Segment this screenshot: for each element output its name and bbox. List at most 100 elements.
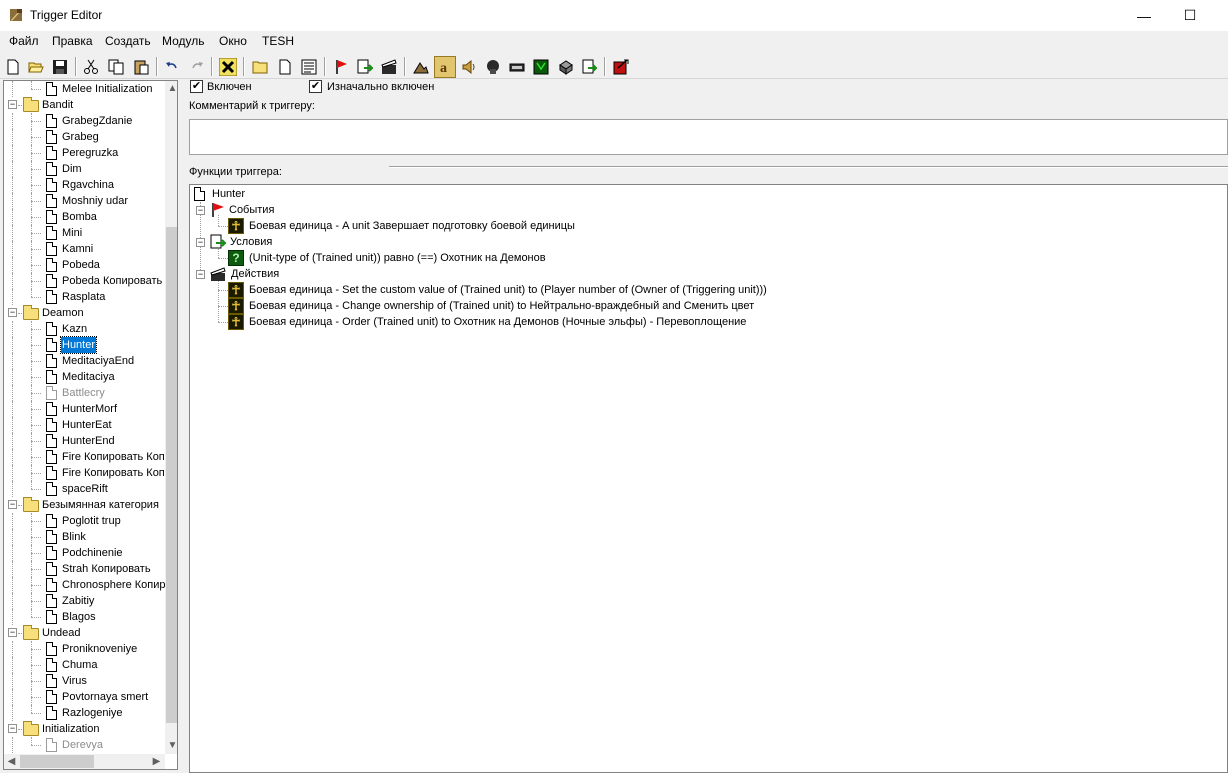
tree-trigger-row[interactable]: Melee Initialization: [4, 81, 164, 97]
tree-trigger-row[interactable]: Chuma: [4, 657, 164, 673]
new-trigger-button[interactable]: [274, 56, 296, 78]
menu-tesh[interactable]: TESH: [262, 34, 294, 48]
menu-window[interactable]: Окно: [219, 34, 247, 48]
minimize-button[interactable]: —: [1121, 0, 1167, 31]
tree-trigger-row[interactable]: Kazn: [4, 321, 164, 337]
cut-button[interactable]: [80, 56, 102, 78]
tree-trigger-row[interactable]: Rasplata: [4, 289, 164, 305]
title-bar: Trigger Editor — ☐: [0, 0, 1228, 31]
tree-trigger-row[interactable]: Fire Копировать Коп: [4, 465, 165, 481]
new-comment-button[interactable]: [298, 56, 320, 78]
trigger-tree[interactable]: Melee Initialization − Bandit GrabegZdanie G…: [3, 80, 178, 770]
collapse-folder-icon[interactable]: −: [8, 628, 17, 637]
tree-vertical-scrollbar[interactable]: ▲ ▼: [165, 81, 177, 754]
open-button[interactable]: [25, 56, 47, 78]
scroll-up-icon[interactable]: ▲: [165, 81, 177, 96]
tree-trigger-row[interactable]: Mini: [4, 225, 164, 241]
tree-folder-row[interactable]: − Deamon: [4, 305, 164, 321]
maximize-button[interactable]: ☐: [1167, 0, 1213, 31]
tree-trigger-row[interactable]: Rgavchina: [4, 177, 164, 193]
comment-textarea[interactable]: [189, 119, 1228, 155]
tree-trigger-row[interactable]: spaceRift: [4, 481, 164, 497]
campaign-editor-button[interactable]: [506, 56, 528, 78]
tree-folder-row[interactable]: − Initialization: [4, 721, 164, 737]
tree-trigger-row[interactable]: Derevya: [4, 737, 164, 753]
tree-trigger-row[interactable]: Moshniy udar: [4, 193, 164, 209]
tree-trigger-row[interactable]: Zabitiy: [4, 593, 164, 609]
tree-folder-row[interactable]: − Bandit: [4, 97, 164, 113]
scroll-right-icon[interactable]: ▶: [149, 754, 164, 769]
new-button[interactable]: [2, 56, 24, 78]
new-category-button[interactable]: [249, 56, 271, 78]
tree-trigger-row[interactable]: Proniknoveniye: [4, 641, 164, 657]
copy-button[interactable]: [105, 56, 127, 78]
redo-button[interactable]: [186, 56, 208, 78]
new-event-button[interactable]: [330, 56, 352, 78]
tree-trigger-row[interactable]: Strah Копировать: [4, 561, 164, 577]
tree-trigger-row[interactable]: Battlecry: [4, 385, 164, 401]
collapse-conditions-icon[interactable]: −: [196, 238, 205, 247]
delete-button[interactable]: [217, 56, 239, 78]
scroll-left-icon[interactable]: ◀: [4, 754, 19, 769]
tree-trigger-row[interactable]: GrabegZdanie: [4, 113, 164, 129]
tree-trigger-row[interactable]: Bomba: [4, 209, 164, 225]
menu-file[interactable]: Файл: [9, 34, 39, 48]
panel-splitter[interactable]: [179, 80, 186, 773]
tree-trigger-row[interactable]: HunterEat: [4, 417, 164, 433]
tree-line: [18, 729, 22, 730]
tree-trigger-row[interactable]: Chronosphere Копир: [4, 577, 166, 593]
tree-trigger-row[interactable]: Kamni: [4, 241, 164, 257]
scroll-down-icon[interactable]: ▼: [165, 738, 177, 753]
scroll-thumb[interactable]: [20, 755, 94, 768]
trigger-icon: [46, 482, 57, 496]
tree-trigger-row[interactable]: Peregruzka: [4, 145, 164, 161]
terrain-editor-button[interactable]: [410, 56, 432, 78]
menu-create[interactable]: Создать: [105, 34, 151, 48]
tree-trigger-row[interactable]: Pobeda: [4, 257, 164, 273]
tree-trigger-row[interactable]: Dim: [4, 161, 164, 177]
scroll-thumb[interactable]: [166, 227, 177, 723]
save-button[interactable]: [49, 56, 71, 78]
collapse-folder-icon[interactable]: −: [8, 308, 17, 317]
tree-trigger-row[interactable]: Blagos: [4, 609, 164, 625]
tree-trigger-row[interactable]: Poglotit trup: [4, 513, 164, 529]
tree-trigger-row[interactable]: Virus: [4, 673, 164, 689]
tree-trigger-row[interactable]: Razlogeniye: [4, 705, 164, 721]
menu-edit[interactable]: Правка: [52, 34, 93, 48]
tree-trigger-row[interactable]: Fire Копировать Коп: [4, 449, 165, 465]
object-editor-button[interactable]: [482, 56, 504, 78]
tree-trigger-row[interactable]: HunterEnd: [4, 433, 164, 449]
tree-folder-row[interactable]: − Безымянная категория: [4, 497, 164, 513]
tree-trigger-row[interactable]: Pobeda Копировать: [4, 273, 164, 289]
paste-button[interactable]: [130, 56, 152, 78]
collapse-folder-icon[interactable]: −: [8, 500, 17, 509]
collapse-folder-icon[interactable]: −: [8, 100, 17, 109]
tree-trigger-row[interactable]: MeditaciyaEnd: [4, 353, 164, 369]
collapse-actions-icon[interactable]: −: [196, 270, 205, 279]
tree-trigger-row[interactable]: Povtornaya smert: [4, 689, 164, 705]
tree-trigger-row[interactable]: Hunter: [4, 336, 164, 354]
tree-line: [12, 465, 13, 481]
enabled-checkbox[interactable]: ✔: [190, 80, 203, 93]
import-manager-button[interactable]: [578, 56, 600, 78]
collapse-events-icon[interactable]: −: [196, 206, 205, 215]
trigger-editor-button[interactable]: a: [434, 56, 456, 78]
new-action-button[interactable]: [378, 56, 400, 78]
collapse-folder-icon[interactable]: −: [8, 724, 17, 733]
tree-trigger-row[interactable]: Blink: [4, 529, 164, 545]
menu-module[interactable]: Модуль: [162, 34, 205, 48]
new-condition-button[interactable]: [354, 56, 376, 78]
trigger-functions-tree[interactable]: Hunter − События ☥ Боевая единица - A un…: [189, 184, 1228, 773]
undo-button[interactable]: [161, 56, 183, 78]
test-map-button[interactable]: [610, 56, 632, 78]
tree-trigger-row[interactable]: Meditaciya: [4, 369, 164, 385]
tree-trigger-row[interactable]: HunterMorf: [4, 401, 164, 417]
ai-editor-button[interactable]: [530, 56, 552, 78]
initially-on-checkbox[interactable]: ✔: [309, 80, 322, 93]
tree-horizontal-scrollbar[interactable]: ◀ ▶: [4, 754, 165, 769]
object-manager-button[interactable]: [555, 56, 577, 78]
tree-trigger-row[interactable]: Podchinenie: [4, 545, 164, 561]
tree-trigger-row[interactable]: Grabeg: [4, 129, 164, 145]
tree-folder-row[interactable]: − Undead: [4, 625, 164, 641]
sound-editor-button[interactable]: [458, 56, 480, 78]
